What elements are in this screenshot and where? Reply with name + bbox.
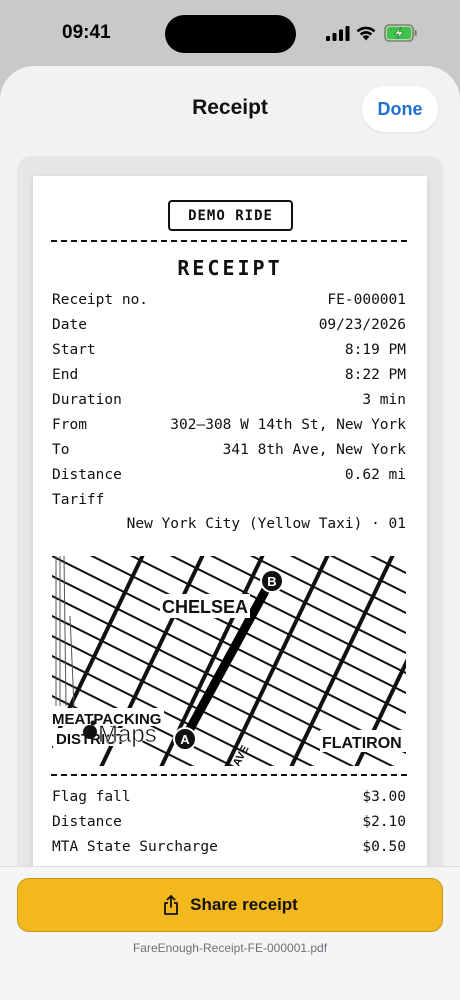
- detail-label: Tariff: [52, 492, 105, 508]
- charge-row-flag-fall: Flag fall $3.00: [52, 789, 406, 805]
- charge-row-mta-surcharge: MTA State Surcharge $0.50: [52, 839, 406, 855]
- detail-row-tariff: Tariff: [52, 492, 406, 508]
- detail-row-receipt-no: Receipt no. FE-000001: [52, 292, 406, 308]
- detail-label: End: [52, 367, 79, 383]
- detail-label: From: [52, 417, 87, 433]
- battery-charging-icon: [384, 24, 417, 42]
- cellular-signal-icon: [326, 26, 350, 41]
- detail-value: 3 min: [362, 392, 406, 408]
- detail-label: Distance: [52, 467, 122, 483]
- detail-value: 09/23/2026: [318, 317, 406, 333]
- detail-label: Start: [52, 342, 96, 358]
- detail-value: 0.62 mi: [344, 467, 406, 483]
- route-end-marker: B: [260, 569, 284, 593]
- receipt-heading: RECEIPT: [177, 256, 283, 280]
- detail-row-from: From 302–308 W 14th St, New York: [52, 417, 406, 433]
- detail-row-date: Date 09/23/2026: [52, 317, 406, 333]
- detail-row-distance: Distance 0.62 mi: [52, 467, 406, 483]
- detail-row-start: Start 8:19 PM: [52, 342, 406, 358]
- marker-label-b: B: [267, 574, 276, 589]
- status-bar: 09:41: [0, 0, 460, 66]
- demo-ride-badge: DEMO RIDE: [168, 200, 293, 231]
- charge-value: $2.10: [362, 814, 406, 830]
- detail-row-duration: Duration 3 min: [52, 392, 406, 408]
- done-button[interactable]: Done: [362, 86, 438, 132]
- charge-label: MTA State Surcharge: [52, 839, 218, 855]
- maps-brand-text: Maps: [98, 721, 157, 748]
- map-label-chelsea: CHELSEA: [162, 597, 248, 617]
- detail-value: 8:22 PM: [344, 367, 406, 383]
- detail-value: 8:19 PM: [344, 342, 406, 358]
- sheet-header: Receipt Done: [0, 66, 460, 154]
- receipt-file-name: FareEnough-Receipt-FE-000001.pdf: [132, 941, 328, 955]
- receipt-paper: DEMO RIDE RECEIPT Receipt no. FE-000001 …: [33, 176, 427, 876]
- bottom-action-bar: Share receipt FareEnough-Receipt-FE-0000…: [0, 866, 460, 1000]
- receipt-sheet: Receipt Done DEMO RIDE RECEIPT Receipt n…: [0, 66, 460, 1000]
- receipt-scroll-area[interactable]: DEMO RIDE RECEIPT Receipt no. FE-000001 …: [17, 156, 443, 876]
- map-label-flatiron: FLATIRON: [322, 735, 402, 752]
- detail-label: Receipt no.: [52, 292, 149, 308]
- status-time: 09:41: [62, 22, 111, 43]
- charge-value: $0.50: [362, 839, 406, 855]
- charge-label: Distance: [52, 814, 122, 830]
- share-receipt-label: Share receipt: [190, 895, 298, 914]
- route-map-graphic: CHELSEA MEATPACKING DISTRICT FLATIRON AV…: [52, 556, 406, 766]
- dynamic-island: [165, 15, 296, 53]
- charge-value: $3.00: [362, 789, 406, 805]
- detail-row-end: End 8:22 PM: [52, 367, 406, 383]
- detail-value: FE-000001: [327, 292, 406, 308]
- detail-value: 302–308 W 14th St, New York: [170, 417, 406, 433]
- detail-label: To: [52, 442, 70, 458]
- marker-label-a: A: [180, 732, 190, 747]
- share-icon: [164, 895, 179, 915]
- detail-value: 341 8th Ave, New York: [222, 442, 406, 458]
- route-start-marker: A: [173, 727, 197, 751]
- tariff-value: New York City (Yellow Taxi) · 01: [126, 516, 406, 532]
- route-map: CHELSEA MEATPACKING DISTRICT FLATIRON AV…: [52, 556, 406, 766]
- detail-label: Duration: [52, 392, 122, 408]
- detail-label: Date: [52, 317, 87, 333]
- share-receipt-button[interactable]: Share receipt: [17, 878, 443, 932]
- detail-row-to: To 341 8th Ave, New York: [52, 442, 406, 458]
- charge-row-distance: Distance $2.10: [52, 814, 406, 830]
- charge-label: Flag fall: [52, 789, 131, 805]
- wifi-icon: [356, 26, 376, 41]
- dashed-divider: [51, 240, 407, 242]
- dashed-divider: [51, 774, 407, 776]
